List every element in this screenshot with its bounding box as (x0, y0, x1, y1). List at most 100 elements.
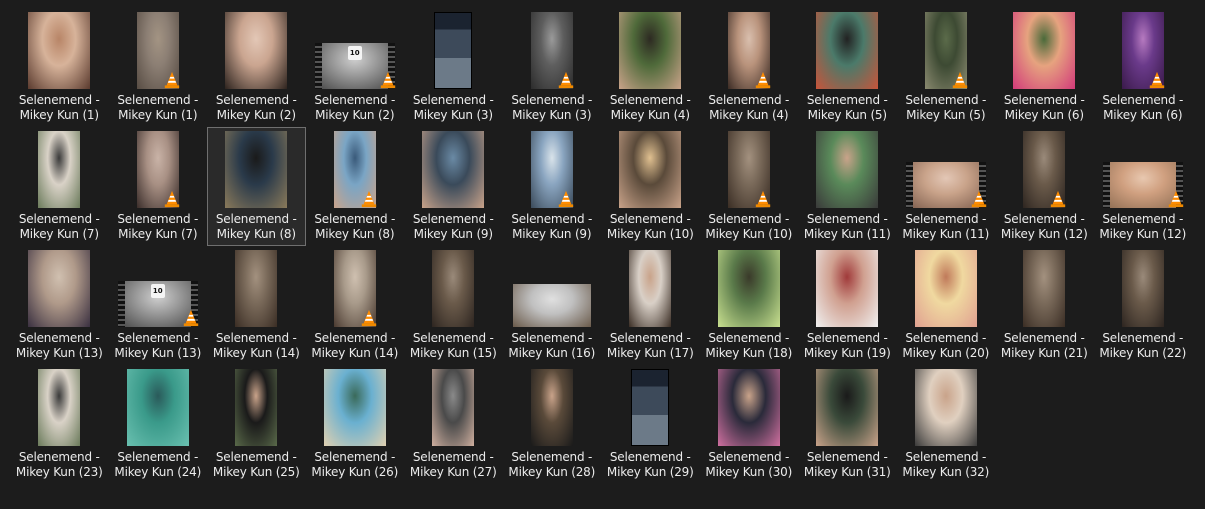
file-name-line2: Mikey Kun (5) (807, 108, 887, 122)
file-tile-34[interactable]: Selenemend - Mikey Kun (20) (897, 246, 996, 365)
file-name-label: Selenemend - Mikey Kun (20) (898, 331, 995, 361)
file-tile-15[interactable]: Selenemend - Mikey Kun (8) (207, 127, 306, 246)
file-name-label: Selenemend - Mikey Kun (11) (898, 212, 995, 242)
file-name-line1: Selenemend - (314, 450, 396, 464)
file-name-label: Selenemend - Mikey Kun (17) (602, 331, 699, 361)
file-name-line2: Mikey Kun (12) (1000, 227, 1088, 241)
file-tile-4[interactable]: 10 Selenemend - Mikey Kun (2) (306, 8, 405, 127)
file-tile-20[interactable]: Selenemend - Mikey Kun (10) (700, 127, 799, 246)
thumbnail (333, 250, 376, 327)
thumbnail-area (701, 130, 798, 208)
thumbnail-area (307, 368, 404, 446)
file-tile-30[interactable]: Selenemend - Mikey Kun (16) (503, 246, 602, 365)
file-tile-41[interactable]: Selenemend - Mikey Kun (27) (404, 365, 503, 484)
file-tile-13[interactable]: Selenemend - Mikey Kun (7) (10, 127, 109, 246)
file-name-line1: Selenemend - (806, 212, 888, 226)
file-tile-40[interactable]: Selenemend - Mikey Kun (26) (306, 365, 405, 484)
file-name-line2: Mikey Kun (18) (705, 346, 793, 360)
thumbnail-area (307, 130, 404, 208)
file-name-line1: Selenemend - (412, 331, 494, 345)
file-tile-7[interactable]: Selenemend - Mikey Kun (4) (601, 8, 700, 127)
thumbnail (905, 162, 986, 208)
file-name-line2: Mikey Kun (9) (512, 227, 592, 241)
thumbnail-area (898, 11, 995, 89)
file-name-line1: Selenemend - (708, 331, 790, 345)
file-name-line2: Mikey Kun (11) (902, 227, 990, 241)
file-name-label: Selenemend - Mikey Kun (7) (11, 212, 108, 242)
thumbnail-area (405, 11, 502, 89)
thumbnail (1102, 162, 1183, 208)
file-tile-38[interactable]: Selenemend - Mikey Kun (24) (109, 365, 208, 484)
thumbnail-area (799, 368, 896, 446)
thumbnail (235, 250, 278, 327)
file-tile-29[interactable]: Selenemend - Mikey Kun (15) (404, 246, 503, 365)
file-tile-9[interactable]: Selenemend - Mikey Kun (5) (798, 8, 897, 127)
file-name-line2: Mikey Kun (20) (902, 346, 990, 360)
file-tile-16[interactable]: Selenemend - Mikey Kun (8) (306, 127, 405, 246)
file-name-label: Selenemend - Mikey Kun (32) (898, 450, 995, 480)
file-tile-5[interactable]: Selenemend - Mikey Kun (3) (404, 8, 503, 127)
file-tile-6[interactable]: Selenemend - Mikey Kun (3) (503, 8, 602, 127)
file-name-line2: Mikey Kun (4) (709, 108, 789, 122)
thumbnail-area (405, 368, 502, 446)
thumbnail (619, 131, 682, 208)
file-name-label: Selenemend - Mikey Kun (13) (11, 331, 108, 361)
file-tile-45[interactable]: Selenemend - Mikey Kun (31) (798, 365, 897, 484)
file-name-line2: Mikey Kun (7) (118, 227, 198, 241)
thumbnail-area (208, 11, 305, 89)
file-tile-21[interactable]: Selenemend - Mikey Kun (11) (798, 127, 897, 246)
file-name-line2: Mikey Kun (15) (409, 346, 497, 360)
file-tile-33[interactable]: Selenemend - Mikey Kun (19) (798, 246, 897, 365)
file-name-line1: Selenemend - (215, 93, 297, 107)
file-tile-1[interactable]: Selenemend - Mikey Kun (1) (10, 8, 109, 127)
file-name-label: Selenemend - Mikey Kun (5) (799, 93, 896, 123)
file-tile-23[interactable]: Selenemend - Mikey Kun (12) (995, 127, 1094, 246)
file-tile-14[interactable]: Selenemend - Mikey Kun (7) (109, 127, 208, 246)
thumbnail-area (504, 249, 601, 327)
thumbnail-area (1095, 249, 1192, 327)
file-tile-11[interactable]: Selenemend - Mikey Kun (6) (995, 8, 1094, 127)
file-tile-10[interactable]: Selenemend - Mikey Kun (5) (897, 8, 996, 127)
thumbnail (432, 369, 475, 446)
file-tile-2[interactable]: Selenemend - Mikey Kun (1) (109, 8, 208, 127)
file-tile-17[interactable]: Selenemend - Mikey Kun (9) (404, 127, 503, 246)
file-tile-3[interactable]: Selenemend - Mikey Kun (2) (207, 8, 306, 127)
thumbnail-area: 10 (110, 249, 207, 327)
file-name-line1: Selenemend - (117, 331, 199, 345)
file-name-line2: Mikey Kun (2) (315, 108, 395, 122)
thumbnail-area (799, 249, 896, 327)
file-tile-46[interactable]: Selenemend - Mikey Kun (32) (897, 365, 996, 484)
file-tile-12[interactable]: Selenemend - Mikey Kun (6) (1094, 8, 1193, 127)
file-tile-26[interactable]: 10 Selenemend - Mikey Kun (13) (109, 246, 208, 365)
file-tile-43[interactable]: Selenemend - Mikey Kun (29) (601, 365, 700, 484)
file-tile-28[interactable]: Selenemend - Mikey Kun (14) (306, 246, 405, 365)
file-name-line1: Selenemend - (708, 93, 790, 107)
file-tile-42[interactable]: Selenemend - Mikey Kun (28) (503, 365, 602, 484)
file-tile-44[interactable]: Selenemend - Mikey Kun (30) (700, 365, 799, 484)
file-tile-19[interactable]: Selenemend - Mikey Kun (10) (601, 127, 700, 246)
vlc-cone-icon (971, 190, 986, 208)
thumbnail-area (799, 11, 896, 89)
file-tile-25[interactable]: Selenemend - Mikey Kun (13) (10, 246, 109, 365)
file-name-label: Selenemend - Mikey Kun (10) (701, 212, 798, 242)
file-tile-22[interactable]: Selenemend - Mikey Kun (11) (897, 127, 996, 246)
file-tile-24[interactable]: Selenemend - Mikey Kun (12) (1094, 127, 1193, 246)
file-tile-37[interactable]: Selenemend - Mikey Kun (23) (10, 365, 109, 484)
file-tile-31[interactable]: Selenemend - Mikey Kun (17) (601, 246, 700, 365)
file-tile-8[interactable]: Selenemend - Mikey Kun (4) (700, 8, 799, 127)
file-tile-39[interactable]: Selenemend - Mikey Kun (25) (207, 365, 306, 484)
file-name-line2: Mikey Kun (14) (311, 346, 399, 360)
thumbnail (1121, 12, 1164, 89)
file-name-label: Selenemend - Mikey Kun (3) (405, 93, 502, 123)
thumbnail-area (504, 368, 601, 446)
file-tile-35[interactable]: Selenemend - Mikey Kun (21) (995, 246, 1094, 365)
file-tile-18[interactable]: Selenemend - Mikey Kun (9) (503, 127, 602, 246)
thumbnail (136, 12, 179, 89)
file-name-label: Selenemend - Mikey Kun (13) (110, 331, 207, 361)
file-tile-36[interactable]: Selenemend - Mikey Kun (22) (1094, 246, 1193, 365)
file-name-label: Selenemend - Mikey Kun (12) (996, 212, 1093, 242)
file-tile-27[interactable]: Selenemend - Mikey Kun (14) (207, 246, 306, 365)
file-tile-32[interactable]: Selenemend - Mikey Kun (18) (700, 246, 799, 365)
file-name-label: Selenemend - Mikey Kun (28) (504, 450, 601, 480)
film-badge-label: 10 (150, 284, 165, 298)
